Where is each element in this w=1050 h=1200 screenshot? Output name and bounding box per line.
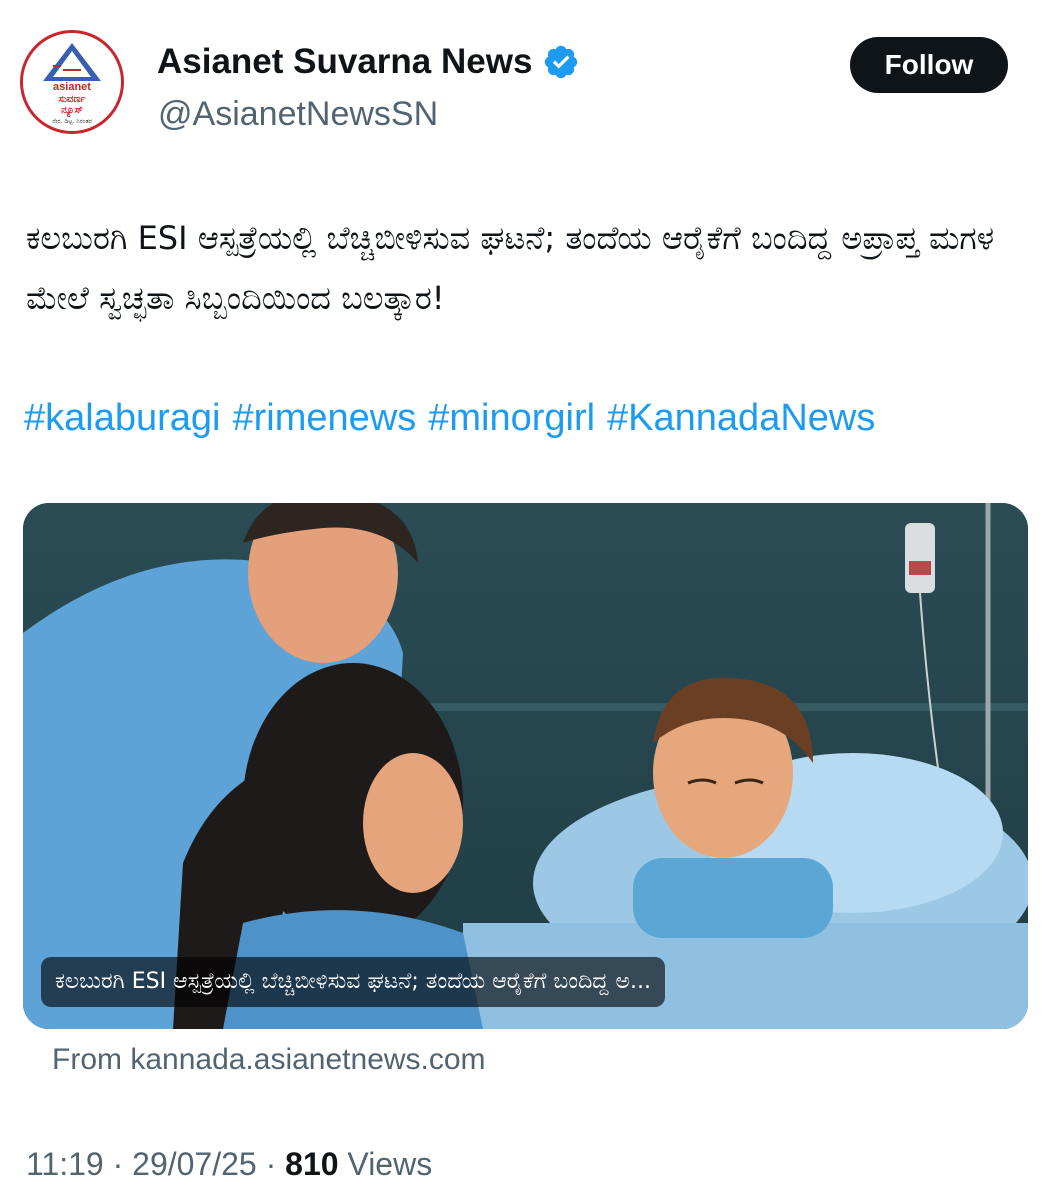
display-name-text[interactable]: Asianet Suvarna News bbox=[157, 40, 532, 84]
asianet-suvarna-logo: asianet ಸುವರ್ಣ ನ್ಯೂಸ್ ನೇರ. ದಿಟ್ಟ. ನಿರಂತರ bbox=[23, 33, 121, 131]
hashtag-link[interactable]: #kalaburagi bbox=[24, 388, 220, 448]
tweet-date[interactable]: 29/07/25 bbox=[132, 1146, 257, 1182]
tweet-time[interactable]: 11:19 bbox=[26, 1146, 104, 1182]
views-count: 810 bbox=[285, 1146, 339, 1182]
hashtag-link[interactable]: #rimenews bbox=[232, 388, 416, 448]
link-preview-card[interactable]: ಕಲಬುರಗಿ ESI ಆಸ್ಪತ್ರೆಯಲ್ಲಿ ಬೆಚ್ಚಿಬೀಳಿಸುವ … bbox=[23, 503, 1028, 1029]
logo-line1: asianet bbox=[53, 81, 91, 93]
display-name[interactable]: Asianet Suvarna News bbox=[157, 40, 580, 84]
hashtag-link[interactable]: #minorgirl bbox=[428, 388, 595, 448]
logo-tagline: ನೇರ. ದಿಟ್ಟ. ನಿರಂತರ bbox=[52, 118, 92, 125]
hashtag-link[interactable]: #KannadaNews bbox=[607, 388, 875, 448]
meta-separator: · bbox=[112, 1146, 124, 1182]
views-label: Views bbox=[347, 1146, 433, 1182]
hashtag-list: #kalaburagi #rimenews #minorgirl #Kannad… bbox=[24, 388, 1034, 448]
avatar[interactable]: asianet ಸುವರ್ಣ ನ್ಯೂಸ್ ನೇರ. ದಿಟ್ಟ. ನಿರಂತರ bbox=[20, 30, 124, 134]
card-illustration bbox=[23, 503, 1028, 1029]
account-handle[interactable]: @AsianetNewsSN bbox=[158, 92, 438, 136]
verified-badge-icon bbox=[542, 43, 580, 81]
logo-line2: ಸುವರ್ಣ bbox=[58, 94, 86, 105]
follow-button[interactable]: Follow bbox=[850, 37, 1008, 93]
card-caption: ಕಲಬುರಗಿ ESI ಆಸ್ಪತ್ರೆಯಲ್ಲಿ ಬೆಚ್ಚಿಬೀಳಿಸುವ … bbox=[41, 957, 665, 1007]
tweet-text: ಕಲಬುರಗಿ ESI ಆಸ್ಪತ್ರೆಯಲ್ಲಿ ಬೆಚ್ಚಿಬೀಳಿಸುವ … bbox=[26, 219, 995, 317]
card-source-domain[interactable]: From kannada.asianetnews.com bbox=[52, 1040, 486, 1080]
tweet-meta: 11:19 · 29/07/25 · 810 Views bbox=[26, 1144, 432, 1184]
meta-separator: · bbox=[265, 1146, 277, 1182]
